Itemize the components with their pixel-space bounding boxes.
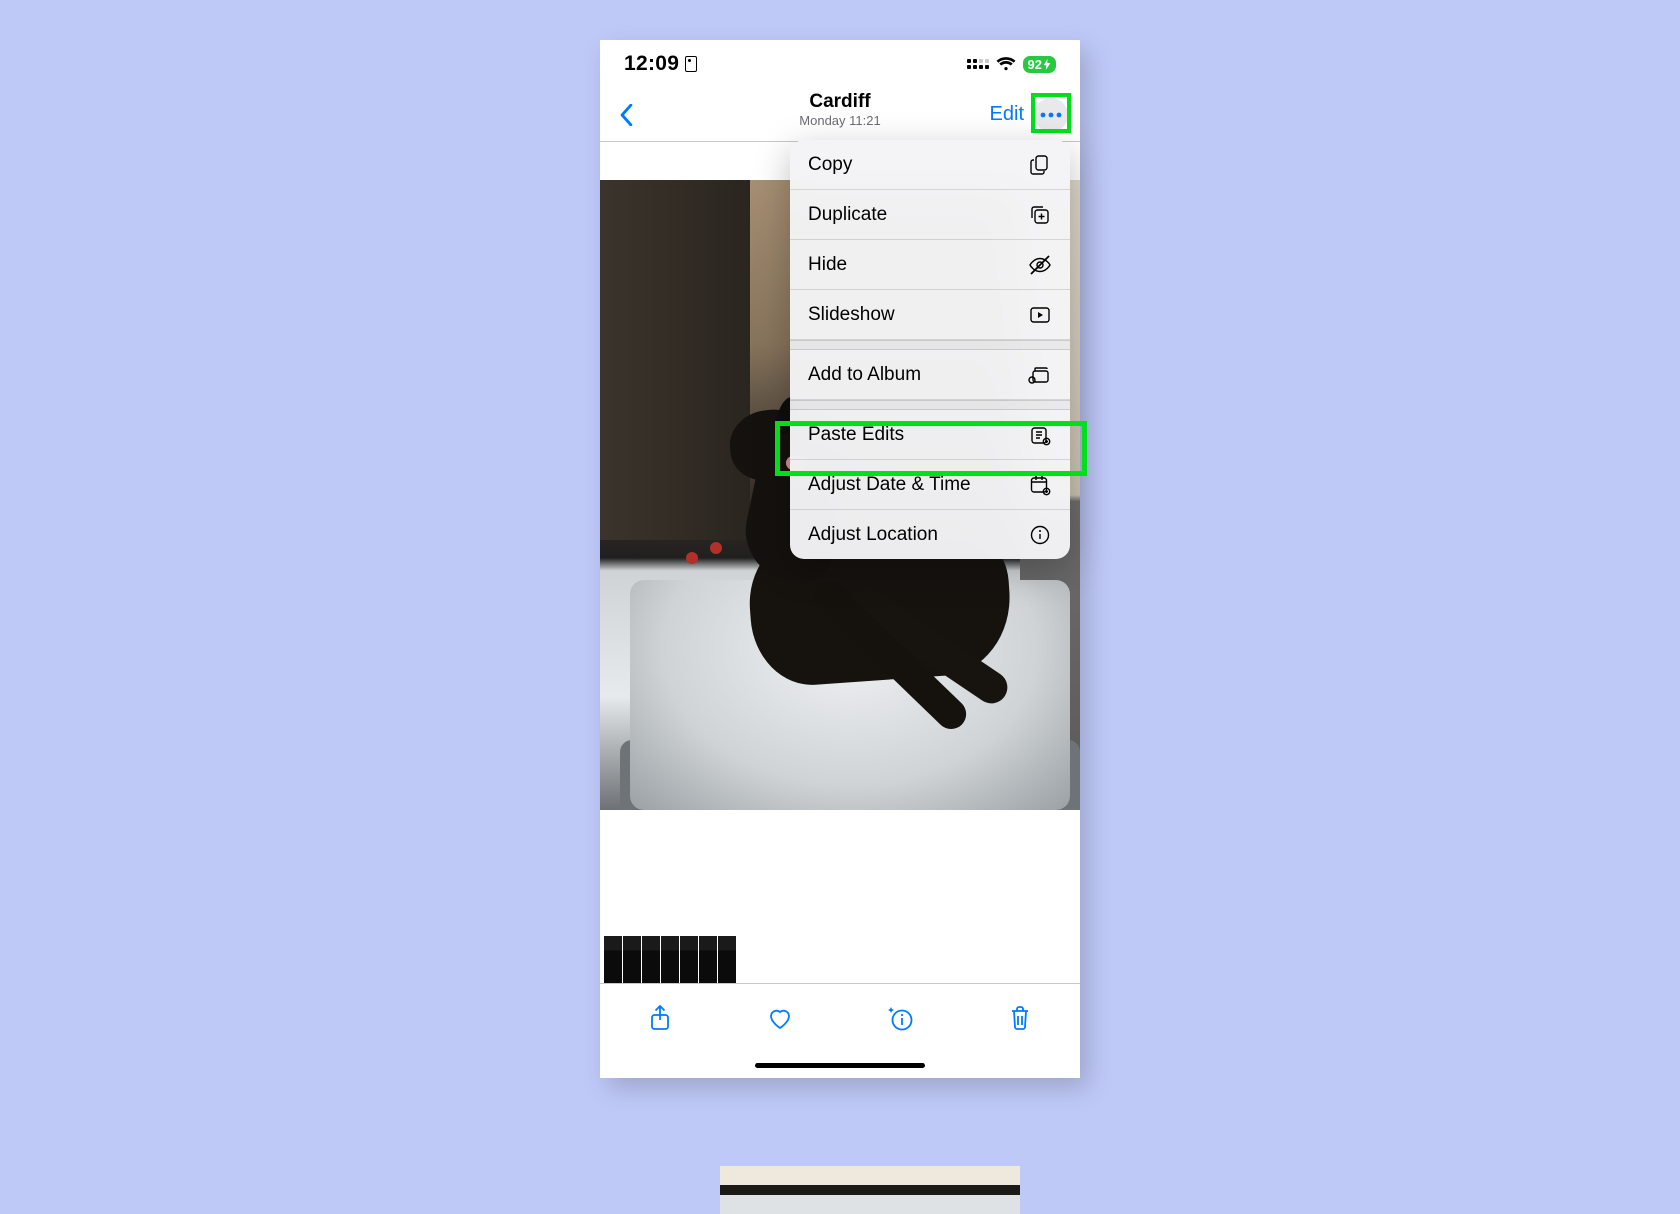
- status-time: 12:09: [624, 52, 679, 76]
- menu-label: Slideshow: [808, 304, 895, 326]
- menu-label: Adjust Location: [808, 524, 938, 546]
- thumbnail[interactable]: [661, 936, 679, 984]
- menu-item-hide[interactable]: Hide: [790, 240, 1070, 290]
- menu-item-paste-edits[interactable]: Paste Edits: [790, 410, 1070, 460]
- iphone-frame: 12:09 92 Cardiff Monday 11:21: [600, 40, 1080, 1078]
- chevron-left-icon: [619, 104, 634, 126]
- slideshow-icon: [1028, 304, 1052, 326]
- menu-item-copy[interactable]: Copy: [790, 140, 1070, 190]
- add-to-album-icon: [1028, 364, 1052, 386]
- back-button[interactable]: [604, 93, 648, 137]
- calendar-icon: [1028, 474, 1052, 496]
- info-icon: [1028, 524, 1052, 546]
- thumbnail[interactable]: [642, 936, 660, 984]
- menu-item-slideshow[interactable]: Slideshow: [790, 290, 1070, 340]
- menu-item-add-to-album[interactable]: Add to Album: [790, 350, 1070, 400]
- share-button[interactable]: [632, 998, 688, 1038]
- menu-item-duplicate[interactable]: Duplicate: [790, 190, 1070, 240]
- delete-button[interactable]: [992, 998, 1048, 1038]
- favorite-button[interactable]: [752, 998, 808, 1038]
- menu-label: Paste Edits: [808, 424, 904, 446]
- status-bar: 12:09 92: [600, 40, 1080, 88]
- menu-item-adjust-location[interactable]: Adjust Location: [790, 510, 1070, 559]
- nav-bar: Cardiff Monday 11:21 Edit: [600, 88, 1080, 142]
- wifi-icon: [996, 56, 1016, 72]
- thumbnail[interactable]: [718, 936, 736, 984]
- share-icon: [648, 1004, 672, 1032]
- context-menu: Copy Duplicate Hide Slideshow Add to Alb…: [790, 140, 1070, 559]
- menu-label: Duplicate: [808, 204, 887, 226]
- menu-label: Adjust Date & Time: [808, 474, 971, 496]
- menu-separator: [790, 400, 1070, 410]
- thumbnail[interactable]: [604, 936, 622, 984]
- menu-item-adjust-date-time[interactable]: Adjust Date & Time: [790, 460, 1070, 510]
- thumbnail[interactable]: [720, 1166, 1020, 1214]
- menu-separator: [790, 340, 1070, 350]
- cellular-signal-icon: [967, 59, 989, 69]
- heart-icon: [766, 1005, 794, 1031]
- info-sparkle-icon: [885, 1004, 915, 1032]
- edit-button[interactable]: Edit: [990, 103, 1024, 126]
- thumbnail[interactable]: [699, 936, 717, 984]
- menu-label: Copy: [808, 154, 852, 176]
- duplicate-icon: [1028, 204, 1052, 226]
- home-indicator[interactable]: [755, 1063, 925, 1068]
- more-menu-button[interactable]: [1034, 98, 1068, 132]
- focus-indicator-icon: [685, 56, 697, 72]
- menu-label: Hide: [808, 254, 847, 276]
- thumbnail[interactable]: [680, 936, 698, 984]
- copy-icon: [1028, 154, 1052, 176]
- status-left: 12:09: [624, 52, 697, 76]
- hide-icon: [1028, 254, 1052, 276]
- trash-icon: [1008, 1004, 1032, 1032]
- paste-edits-icon: [1028, 424, 1052, 446]
- battery-indicator: 92: [1023, 56, 1056, 73]
- thumbnail[interactable]: [623, 936, 641, 984]
- status-right: 92: [967, 56, 1056, 73]
- ellipsis-icon: [1040, 112, 1062, 118]
- info-button[interactable]: [872, 998, 928, 1038]
- menu-label: Add to Album: [808, 364, 921, 386]
